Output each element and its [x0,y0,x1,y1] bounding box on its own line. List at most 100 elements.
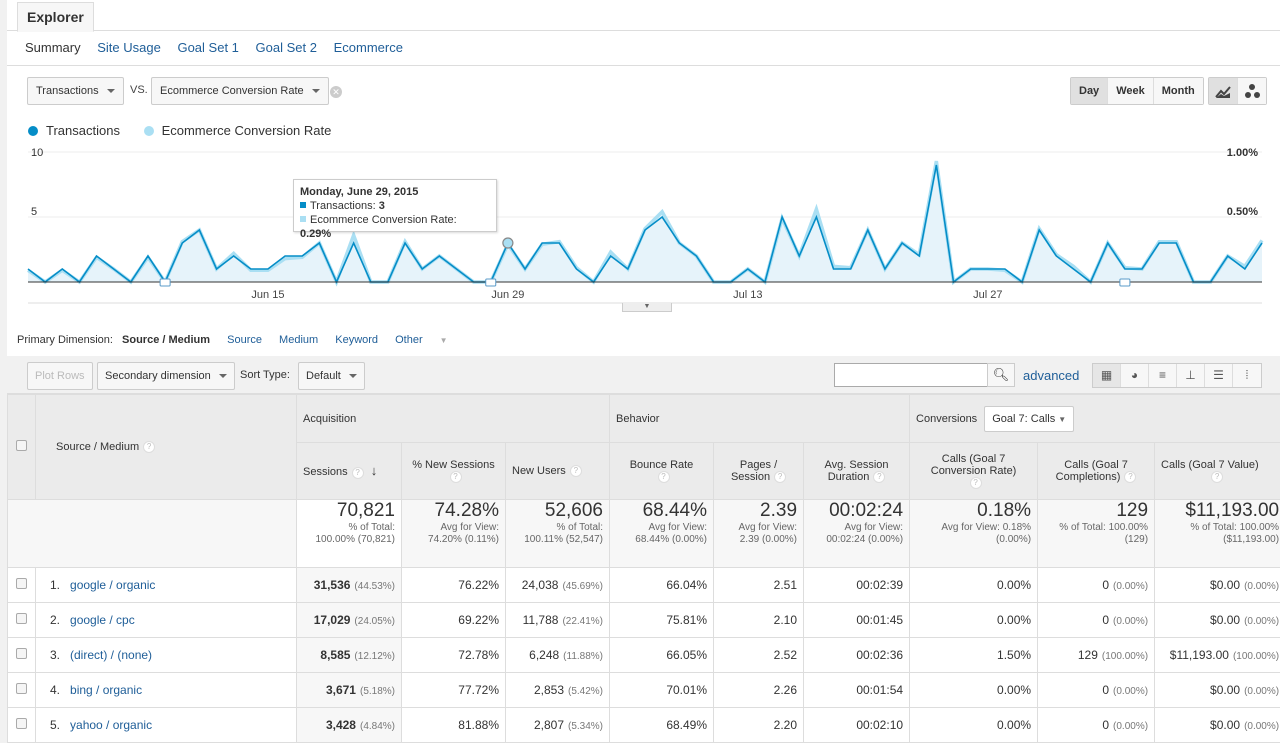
row-goal-completions: 129 (100.00%) [1037,637,1156,673]
row-checkbox[interactable] [16,613,27,624]
col-pages-session[interactable]: Pages / Session? [713,442,805,500]
search-button[interactable]: 🔍︎ [987,363,1015,387]
goal-select[interactable]: Goal 7: Calls ▼ [984,405,1075,432]
help-icon[interactable]: ? [1211,471,1224,484]
duration-value: 00:01:45 [856,613,904,627]
col-label: New Users [512,464,566,477]
dimension-medium[interactable]: Medium [279,334,318,346]
left-gutter [0,0,7,743]
row-new-sessions: 69.22% [401,602,506,638]
help-icon[interactable]: ? [657,471,670,484]
performance-view-button[interactable]: ≡ [1149,364,1177,387]
y-right-tick: 0.50% [1227,206,1258,218]
select-all-checkbox[interactable] [16,440,27,451]
row-goal-value: $11,193.00 (100.00%) [1154,637,1280,673]
help-icon[interactable]: ? [1124,471,1137,484]
new-users-value: 11,788 [522,613,559,627]
col-new-users[interactable]: New Users? [504,442,611,500]
row-avg-duration: 00:02:39 [803,567,911,603]
help-icon[interactable]: ? [351,466,364,479]
table-search-input[interactable] [834,363,988,387]
dimension-other[interactable]: Other ▼ [395,334,462,346]
advanced-filter-link[interactable]: advanced [1023,368,1079,383]
day-button[interactable]: Day [1071,78,1109,104]
row-checkbox[interactable] [16,683,27,694]
tab-explorer[interactable]: Explorer [17,2,94,32]
metric2-select[interactable]: Ecommerce Conversion Rate [151,77,329,105]
col-goal-conv-rate[interactable]: Calls (Goal 7 Conversion Rate)? [909,442,1039,500]
row-checkbox[interactable] [16,718,27,729]
subtab-site-usage[interactable]: Site Usage [97,40,161,55]
col-avg-duration[interactable]: Avg. Session Duration? [803,442,911,500]
row-dimension-link[interactable]: yahoo / organic [70,718,152,732]
row-dimension-link[interactable]: (direct) / (none) [70,648,152,662]
row-goal-conv-rate: 1.50% [909,637,1039,673]
row-goal-conv-rate: 0.00% [909,707,1039,743]
help-icon[interactable]: ? [143,441,156,454]
help-icon[interactable]: ? [569,465,582,478]
help-icon[interactable]: ? [873,471,886,484]
dimension-source-medium[interactable]: Source / Medium [122,334,210,346]
sessions-pct: (44.53%) [354,581,395,592]
subtab-ecommerce[interactable]: Ecommerce [334,40,403,55]
sessions-value: 17,029 [313,613,351,627]
row-pages-session: 2.20 [713,707,805,743]
new-users-pct: (5.42%) [568,686,604,697]
clear-metric-icon[interactable]: ✕ [330,86,342,98]
dimension-source[interactable]: Source [227,334,262,346]
bounce-value: 66.04% [666,578,708,592]
motion-chart-button[interactable] [1238,78,1266,104]
chevron-down-icon: ▼ [643,303,651,310]
col-new-sessions[interactable]: % New Sessions? [401,442,506,500]
pivot-view-button[interactable]: ⦙ [1233,364,1261,387]
data-table-view-button[interactable]: ▦ [1093,364,1121,387]
new-users-pct: (22.41%) [562,616,604,627]
subtab-goal-set-2[interactable]: Goal Set 2 [256,40,317,55]
help-icon[interactable]: ? [969,477,982,490]
row-number: 3. [50,648,61,662]
percentage-view-button[interactable]: ◕ [1121,364,1149,387]
col-sessions[interactable]: Sessions? ↓ [296,442,402,500]
help-icon[interactable]: ? [449,471,462,484]
goal-value-pct: (0.00%) [1244,686,1280,697]
metric1-select[interactable]: Transactions [27,77,124,105]
conv-rate-value: 0.00% [997,613,1032,627]
col-goal-value[interactable]: Calls (Goal 7 Value)? [1154,442,1280,500]
secondary-dimension-select[interactable]: Secondary dimension [97,362,235,390]
sessions-pct: (12.12%) [354,651,395,662]
row-new-users: 2,853 (5.42%) [504,672,611,708]
dimension-keyword[interactable]: Keyword [335,334,378,346]
subtab-goal-set-1[interactable]: Goal Set 1 [177,40,238,55]
row-pages-session: 2.10 [713,602,805,638]
data-table: Source / Medium? Acquisition Behavior Co… [7,394,1280,743]
term-cloud-view-button[interactable]: ☰ [1205,364,1233,387]
row-select-cell [7,672,36,708]
col-goal-completions[interactable]: Calls (Goal 7 Completions)? [1037,442,1156,500]
goal-value-pct: (100.00%) [1232,651,1280,662]
legend-item-conversion-rate[interactable]: Ecommerce Conversion Rate [143,123,331,138]
line-chart-button[interactable] [1209,78,1238,104]
month-button[interactable]: Month [1153,78,1203,104]
plot-rows-button[interactable]: Plot Rows [27,362,93,390]
metric2-label: Ecommerce Conversion Rate [160,85,304,97]
comparison-view-button[interactable]: ⊥ [1177,364,1205,387]
row-checkbox[interactable] [16,648,27,659]
subtab-summary[interactable]: Summary [25,40,81,55]
row-dimension-link[interactable]: google / cpc [70,613,135,627]
help-icon[interactable]: ? [774,471,787,484]
conv-rate-value: 0.00% [997,683,1032,697]
completions-pct: (0.00%) [1113,581,1149,592]
y-left-tick: 5 [31,206,37,218]
row-dimension-link[interactable]: google / organic [70,578,155,592]
row-dimension-link[interactable]: bing / organic [70,683,142,697]
week-button[interactable]: Week [1108,78,1154,104]
col-bounce-rate[interactable]: Bounce Rate? [609,442,715,500]
legend-item-transactions[interactable]: Transactions [28,123,120,138]
dimension-header[interactable]: Source / Medium? [35,394,297,500]
sort-type-select[interactable]: Default [298,362,365,390]
conv-rate-value: 1.50% [997,648,1032,662]
row-checkbox[interactable] [16,578,27,589]
new-users-value: 24,038 [521,578,559,592]
conversions-group: Conversions Goal 7: Calls ▼ [909,394,1280,443]
chart-collapse-handle[interactable]: ▼ [622,303,672,312]
